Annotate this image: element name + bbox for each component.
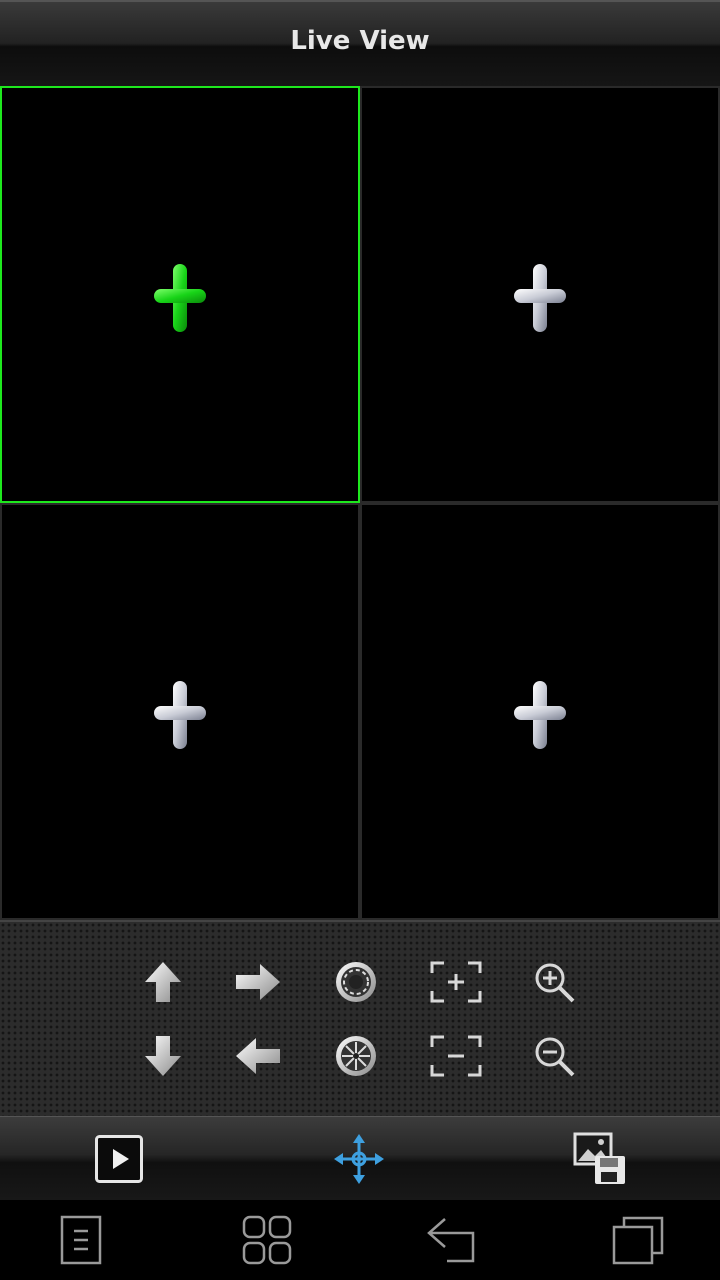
multi-window-icon [242, 1215, 292, 1265]
multi-window-button[interactable] [227, 1210, 307, 1270]
bottom-toolbar [0, 1116, 720, 1200]
zoom-out-button[interactable] [526, 1028, 582, 1084]
focus-far-button[interactable] [428, 1028, 484, 1084]
snapshot-save-button[interactable] [570, 1129, 630, 1189]
focus-near-icon [430, 961, 482, 1003]
arrow-right-icon [236, 964, 280, 1000]
live-view-screen: Live View [0, 0, 720, 1280]
zoom-in-icon [535, 963, 575, 1003]
video-pane-2[interactable] [360, 86, 720, 503]
zoom-in-button[interactable] [526, 954, 582, 1010]
tilt-down-button[interactable] [135, 1028, 191, 1084]
menu-icon [60, 1215, 102, 1265]
pan-left-button[interactable] [230, 1028, 286, 1084]
video-pane-1[interactable] [0, 86, 360, 503]
ptz-move-button[interactable] [329, 1129, 389, 1189]
zoom-out-icon [535, 1037, 575, 1077]
add-camera-plus-icon[interactable] [514, 679, 566, 751]
arrow-up-icon [145, 962, 181, 1002]
arrow-down-icon [145, 1036, 181, 1076]
ptz-control-panel [0, 920, 720, 1116]
arrow-left-icon [236, 1038, 280, 1074]
iris-close-icon [336, 1036, 376, 1076]
iris-open-icon [336, 962, 376, 1002]
pan-right-button[interactable] [230, 954, 286, 1010]
system-navigation-bar [0, 1200, 720, 1280]
menu-button[interactable] [41, 1210, 121, 1270]
playback-button[interactable] [89, 1129, 149, 1189]
video-pane-4[interactable] [360, 503, 720, 920]
title-bar: Live View [0, 0, 720, 88]
add-camera-plus-icon[interactable] [514, 262, 566, 334]
tilt-up-button[interactable] [135, 954, 191, 1010]
iris-open-button[interactable] [328, 954, 384, 1010]
back-button[interactable] [413, 1210, 493, 1270]
video-pane-3[interactable] [0, 503, 360, 920]
snapshot-save-icon [573, 1132, 625, 1184]
recent-apps-icon [612, 1216, 664, 1265]
add-camera-plus-icon[interactable] [154, 262, 206, 334]
play-icon [95, 1135, 143, 1183]
ptz-move-icon [334, 1134, 384, 1184]
page-title: Live View [290, 26, 430, 56]
focus-near-button[interactable] [428, 954, 484, 1010]
back-icon [427, 1218, 475, 1263]
iris-close-button[interactable] [328, 1028, 384, 1084]
add-camera-plus-icon[interactable] [154, 679, 206, 751]
recent-apps-button[interactable] [598, 1210, 678, 1270]
video-grid [0, 86, 720, 920]
focus-far-icon [430, 1035, 482, 1077]
